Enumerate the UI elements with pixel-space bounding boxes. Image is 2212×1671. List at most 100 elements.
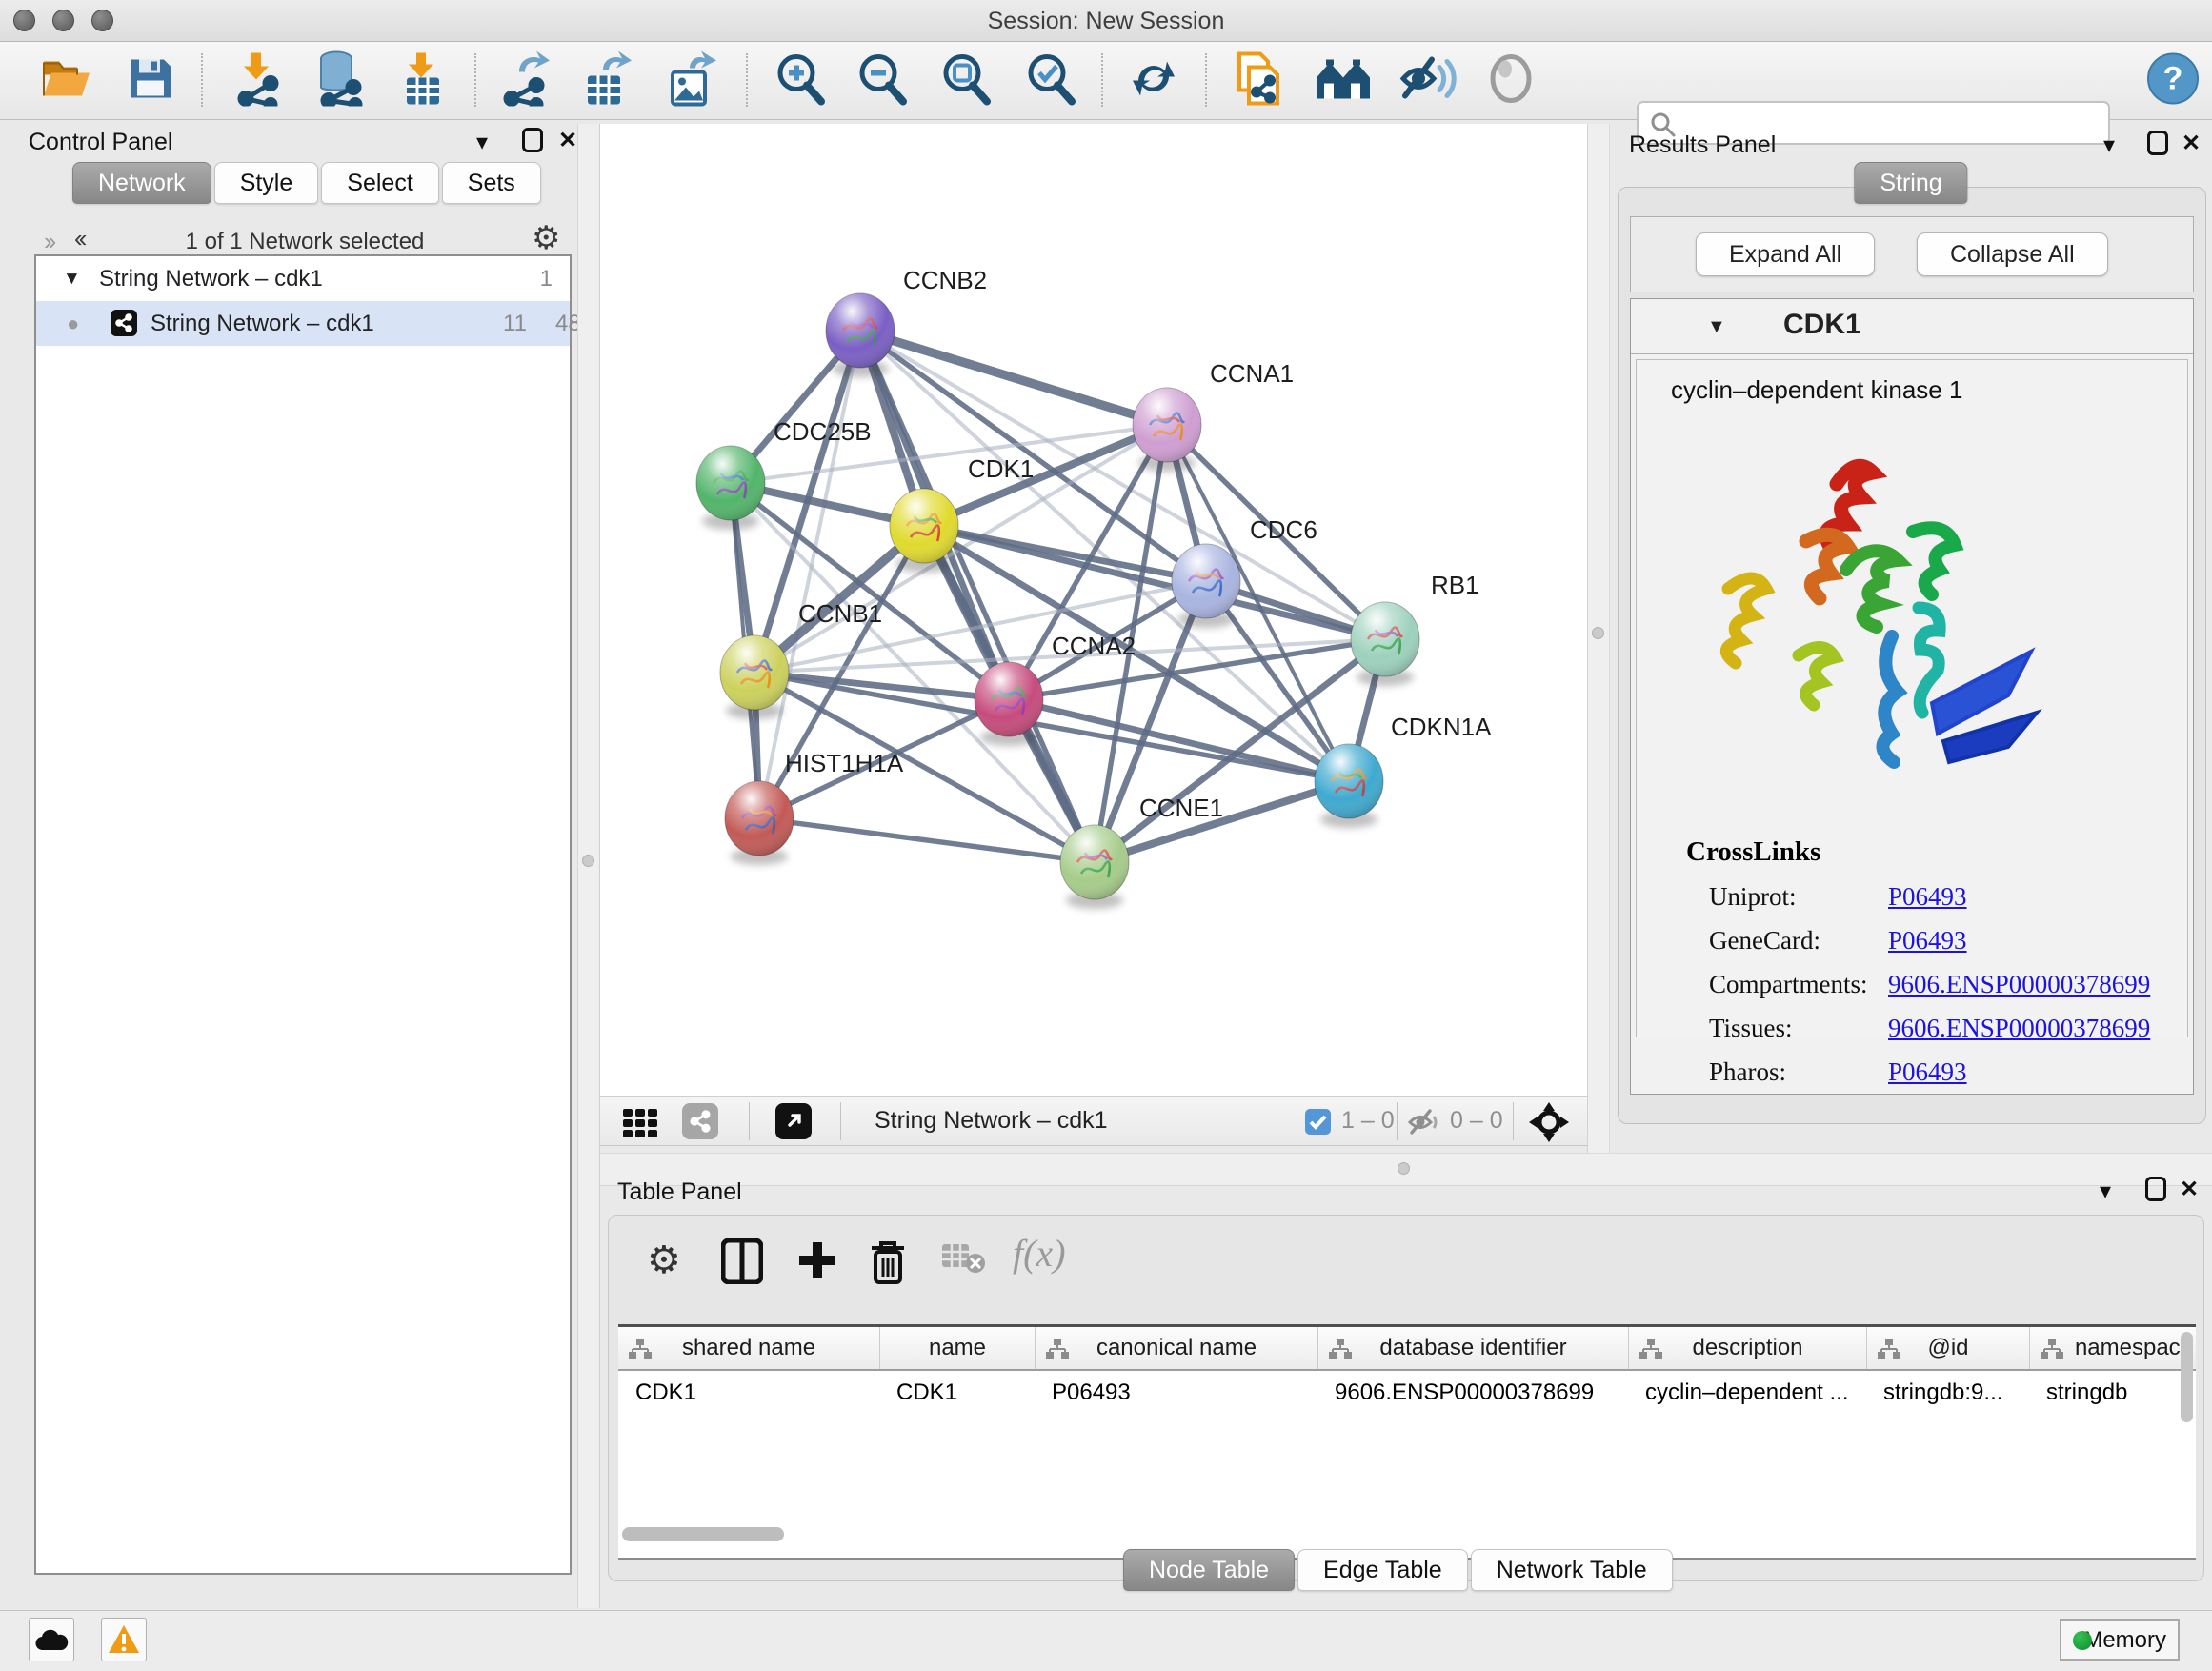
network-edge[interactable] <box>759 818 1095 862</box>
splitter-handle-icon[interactable] <box>1398 1162 1410 1175</box>
network-row[interactable]: ● String Network – cdk1 11 48 <box>36 301 570 346</box>
crosslink-link[interactable]: 9606.ENSP00000378699 <box>1888 1014 2150 1043</box>
network-node-hist1h1a[interactable] <box>725 781 794 865</box>
tab-string[interactable]: String <box>1854 162 1967 204</box>
tab-network[interactable]: Network <box>72 162 211 204</box>
grid-view-icon[interactable] <box>623 1109 657 1137</box>
import-table-icon[interactable] <box>399 50 447 111</box>
network-node-ccna1[interactable] <box>1133 388 1201 472</box>
table-column-header[interactable]: name <box>879 1327 1035 1369</box>
crosslink-link[interactable]: P06493 <box>1888 926 1967 956</box>
selected-checkbox-icon[interactable] <box>1305 1109 1331 1139</box>
network-edge[interactable] <box>860 331 1095 862</box>
table-column-header[interactable]: canonical name <box>1035 1327 1317 1369</box>
network-edge[interactable] <box>860 331 1385 639</box>
collapse-all-button[interactable]: Collapse All <box>1917 232 2108 276</box>
results-panel-float-icon[interactable] <box>2147 131 2168 155</box>
network-node-cdc6[interactable] <box>1172 544 1240 628</box>
help-icon[interactable]: ? <box>2147 52 2199 109</box>
import-network-from-database-icon[interactable] <box>312 50 365 111</box>
memory-button[interactable]: Memory <box>2060 1619 2180 1661</box>
table-column-header[interactable]: namespace <box>2029 1327 2196 1369</box>
refresh-icon[interactable] <box>1127 51 1180 110</box>
show-columns-icon[interactable] <box>721 1238 763 1289</box>
copy-network-icon[interactable] <box>1234 50 1285 111</box>
network-node-ccne1[interactable] <box>1060 825 1129 909</box>
table-column-header[interactable]: shared name <box>618 1327 879 1369</box>
splitter-handle-icon[interactable] <box>1592 627 1604 639</box>
table-cell[interactable]: P06493 <box>1035 1373 1317 1413</box>
network-node-cdk1[interactable] <box>890 489 958 573</box>
network-options-gear-icon[interactable]: ⚙ <box>532 219 560 257</box>
crosslink-link[interactable]: P06493 <box>1888 1057 1967 1087</box>
table-cell[interactable]: CDK1 <box>879 1373 1035 1413</box>
warning-icon[interactable] <box>101 1618 147 1661</box>
splitter-right[interactable] <box>1587 124 1610 1153</box>
horizontal-scrollbar[interactable] <box>622 1527 784 1541</box>
string-view-icon[interactable] <box>682 1103 718 1139</box>
splitter-handle-icon[interactable] <box>582 855 594 867</box>
birdseye-icon[interactable] <box>1486 53 1536 108</box>
network-node-rb1[interactable] <box>1351 602 1419 686</box>
tab-sets[interactable]: Sets <box>442 162 541 204</box>
network-node-ccnb2[interactable] <box>826 293 895 377</box>
table-panel-float-icon[interactable] <box>2145 1177 2166 1201</box>
show-all-networks-icon[interactable] <box>1315 54 1374 107</box>
crosslink-link[interactable]: P06493 <box>1888 882 1967 912</box>
tab-style[interactable]: Style <box>214 162 319 204</box>
save-session-icon[interactable] <box>126 53 175 108</box>
tab-edge-table[interactable]: Edge Table <box>1297 1549 1468 1591</box>
control-panel-menu-icon[interactable]: ▾ <box>476 131 488 154</box>
collection-collapse-icon[interactable]: ▼ <box>63 256 81 301</box>
network-edge[interactable] <box>860 331 1167 425</box>
results-panel-menu-icon[interactable]: ▾ <box>2103 134 2115 157</box>
network-node-ccnb1[interactable] <box>720 635 789 719</box>
splitter-bottom[interactable] <box>600 1153 2212 1186</box>
tab-select[interactable]: Select <box>321 162 438 204</box>
expand-all-tree-icon[interactable]: ›› <box>78 227 87 256</box>
table-cell[interactable]: cyclin–dependent ... <box>1628 1373 1866 1413</box>
detach-view-icon[interactable] <box>775 1103 812 1139</box>
table-panel-close-icon[interactable]: ✕ <box>2180 1178 2199 1201</box>
control-panel-float-icon[interactable] <box>522 128 543 152</box>
table-column-header[interactable]: @id <box>1866 1327 2029 1369</box>
table-cell[interactable]: stringdb:9... <box>1866 1373 2029 1413</box>
table-column-header[interactable]: database identifier <box>1317 1327 1628 1369</box>
results-panel-close-icon[interactable]: ✕ <box>2182 132 2201 155</box>
table-cell[interactable]: CDK1 <box>618 1373 879 1413</box>
import-network-icon[interactable] <box>232 50 284 111</box>
control-panel-close-icon[interactable]: ✕ <box>558 130 577 152</box>
delete-column-icon[interactable] <box>868 1238 908 1291</box>
add-column-icon[interactable] <box>795 1238 839 1289</box>
network-node-cdc25b[interactable] <box>696 446 765 530</box>
splitter-left[interactable] <box>577 124 600 1608</box>
hide-selected-icon[interactable] <box>1399 53 1457 108</box>
crosslink-link[interactable]: 9606.ENSP00000378699 <box>1888 970 2150 999</box>
network-collection-row[interactable]: ▼ String Network – cdk1 1 <box>36 256 570 301</box>
network-canvas[interactable]: CCNB2CCNA1CDC25BCDK1CDC6RB1CCNB1CCNA2CDK… <box>600 124 1587 1096</box>
zoom-fit-icon[interactable] <box>939 51 993 110</box>
node-table[interactable]: shared namenamecanonical namedatabase id… <box>618 1324 2196 1560</box>
zoom-selected-icon[interactable] <box>1024 51 1077 110</box>
open-session-icon[interactable] <box>40 53 93 108</box>
cloud-status-icon[interactable] <box>29 1618 74 1661</box>
network-node-ccna2[interactable] <box>975 662 1043 746</box>
table-panel-menu-icon[interactable]: ▾ <box>2100 1180 2111 1203</box>
table-options-gear-icon[interactable]: ⚙ <box>647 1238 681 1282</box>
vertical-scrollbar[interactable] <box>2181 1332 2193 1422</box>
expand-all-button[interactable]: Expand All <box>1696 232 1875 276</box>
export-network-icon[interactable] <box>498 50 552 111</box>
tab-network-table[interactable]: Network Table <box>1471 1549 1673 1591</box>
tab-node-table[interactable]: Node Table <box>1123 1549 1295 1591</box>
birdseye-toggle-icon[interactable] <box>1528 1101 1570 1148</box>
network-node-cdkn1a[interactable] <box>1315 744 1383 828</box>
entry-collapse-icon[interactable]: ▼ <box>1707 316 1726 338</box>
table-column-header[interactable]: description <box>1628 1327 1866 1369</box>
zoom-in-icon[interactable] <box>774 51 827 110</box>
collapse-all-tree-icon[interactable]: ›› <box>44 227 52 256</box>
entry-header[interactable]: ▼ CDK1 <box>1631 299 2193 354</box>
export-table-icon[interactable] <box>580 50 633 111</box>
zoom-out-icon[interactable] <box>855 51 909 110</box>
table-cell[interactable]: stringdb <box>2029 1373 2196 1413</box>
export-image-icon[interactable] <box>665 50 718 111</box>
